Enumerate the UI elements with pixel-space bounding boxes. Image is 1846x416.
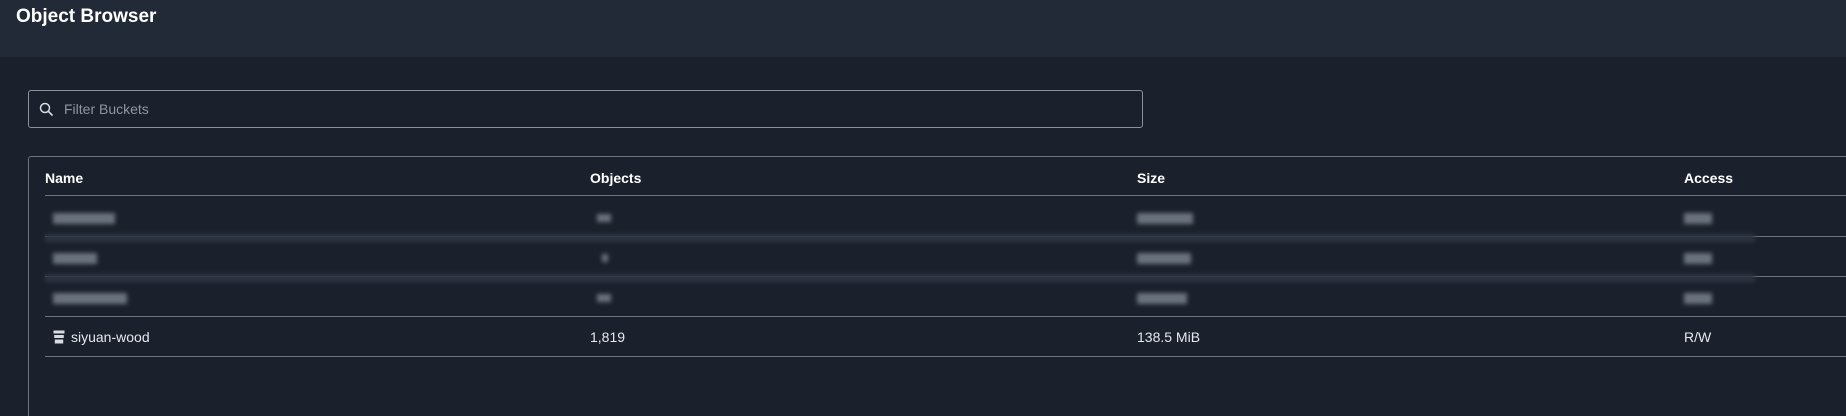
redacted-text — [53, 253, 97, 264]
redacted-text — [597, 214, 611, 222]
filter-buckets-search[interactable] — [28, 90, 1143, 128]
redacted-text — [1684, 253, 1712, 264]
redacted-text — [1684, 213, 1712, 224]
table-row[interactable]: siyuan-wood 1,819 138.5 MiB R/W — [45, 317, 1846, 357]
column-header-access[interactable]: Access — [1684, 170, 1733, 186]
filter-buckets-input[interactable] — [64, 94, 1142, 124]
table-row-redacted[interactable] — [45, 277, 1846, 317]
column-header-name[interactable]: Name — [45, 170, 83, 186]
bucket-name-cell[interactable]: siyuan-wood — [53, 329, 150, 347]
redacted-text — [1137, 253, 1191, 264]
redacted-text — [1684, 293, 1712, 304]
redacted-text — [53, 293, 127, 304]
redacted-text — [597, 294, 611, 302]
column-header-objects[interactable]: Objects — [590, 170, 641, 186]
table-row-redacted[interactable] — [45, 237, 1846, 277]
bucket-access: R/W — [1684, 329, 1712, 345]
bucket-name: siyuan-wood — [71, 329, 150, 345]
table-header: Name Objects Size Access — [45, 157, 1846, 196]
search-icon — [38, 101, 54, 117]
table-row-redacted[interactable] — [45, 197, 1846, 237]
redacted-text — [1137, 293, 1187, 304]
redacted-text — [602, 254, 608, 262]
bucket-size: 138.5 MiB — [1137, 329, 1201, 345]
page-title: Object Browser — [16, 6, 157, 27]
bucket-objects: 1,819 — [590, 329, 626, 345]
main-content: Name Objects Size Access — [0, 57, 1846, 416]
redacted-text — [53, 213, 115, 224]
buckets-table: Name Objects Size Access siyuan-wood 1,8… — [28, 156, 1846, 416]
column-header-size[interactable]: Size — [1137, 170, 1165, 186]
redacted-text — [1137, 213, 1193, 224]
top-bar: Object Browser — [0, 0, 1846, 57]
bucket-icon — [53, 330, 65, 347]
